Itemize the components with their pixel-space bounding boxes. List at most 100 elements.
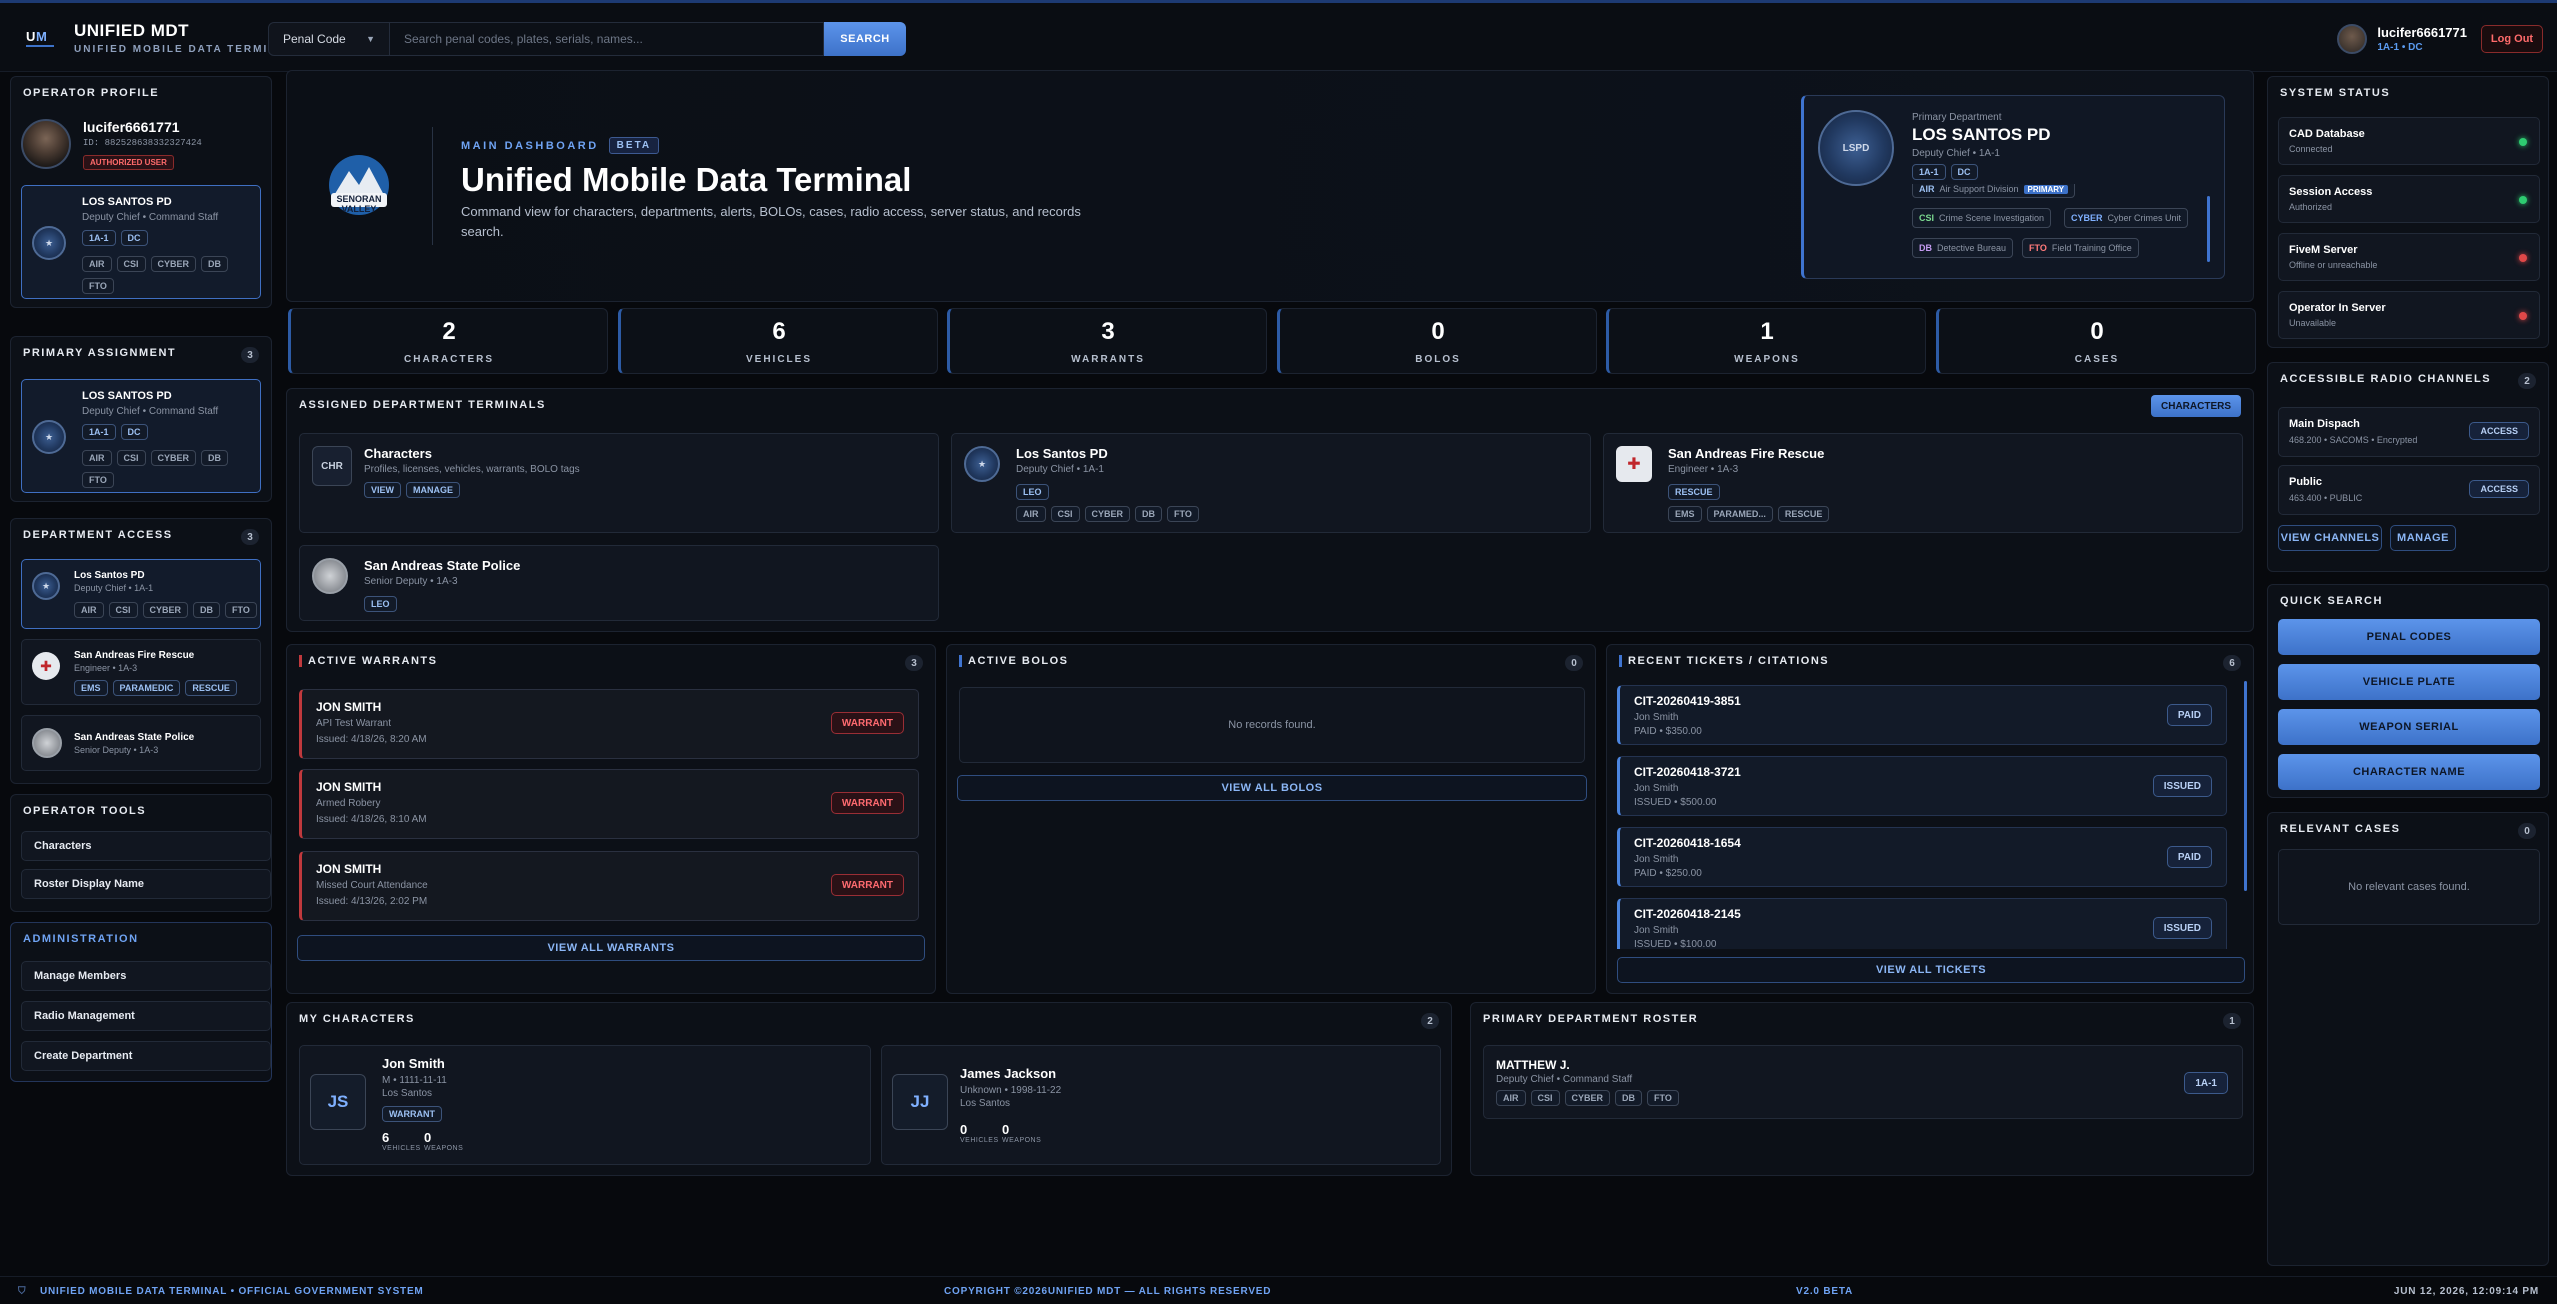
footer-version: V2.0 BETA — [1796, 1286, 1854, 1297]
stat-vehicles[interactable]: 6 VEHICLES — [618, 308, 938, 374]
user-menu[interactable]: lucifer6661771 1A-1 • DC — [2337, 24, 2467, 54]
channel-name: Main Dispach — [2289, 418, 2360, 430]
app-title: UNIFIED MDT — [74, 21, 190, 40]
character-card[interactable]: JS Jon Smith M • 1111-11-11 Los Santos W… — [299, 1045, 871, 1165]
manage-members-button[interactable]: Manage Members — [21, 961, 271, 991]
ticket-item[interactable]: CIT-20260418-2145 Jon Smith ISSUED • $10… — [1617, 898, 2227, 949]
create-department-button[interactable]: Create Department — [21, 1041, 271, 1071]
view-all-tickets-button[interactable]: VIEW ALL TICKETS — [1617, 957, 2245, 983]
radio-channel-item[interactable]: Public 463.400 • PUBLIC ACCESS — [2278, 465, 2540, 515]
stat-warrants[interactable]: 3 WARRANTS — [947, 308, 1267, 374]
ticket-item[interactable]: CIT-20260418-1654 Jon Smith PAID • $250.… — [1617, 827, 2227, 887]
tag: CYBER — [150, 256, 197, 272]
stat-label: CHARACTERS — [404, 354, 494, 365]
status-item-operator: Operator In Server Unavailable — [2278, 291, 2540, 339]
terminal-card-characters[interactable]: CHR Characters Profiles, licenses, vehic… — [299, 433, 939, 533]
tag: PARAMED... — [1706, 506, 1773, 522]
weapons-label: WEAPONS — [424, 1145, 464, 1152]
tickets-list[interactable]: CIT-20260419-3851 Jon Smith PAID • $350.… — [1607, 681, 2239, 949]
quick-search-character-name-button[interactable]: CHARACTER NAME — [2278, 754, 2540, 790]
stat-label: BOLOS — [1415, 354, 1461, 365]
view-button[interactable]: VIEW — [364, 482, 402, 498]
relevant-cases-panel: RELEVANT CASES 0 No relevant cases found… — [2267, 812, 2549, 1266]
terminal-card-state-police[interactable]: San Andreas State Police Senior Deputy •… — [299, 545, 939, 621]
division-chip[interactable]: CSI Crime Scene Investigation — [1912, 208, 2052, 228]
state-police-seal-icon — [32, 728, 62, 758]
tool-roster-display-name[interactable]: Roster Display Name — [21, 869, 271, 899]
logout-button[interactable]: Log Out — [2481, 25, 2543, 53]
warrant-item[interactable]: JON SMITH Missed Court Attendance Issued… — [299, 851, 919, 921]
warrant-item[interactable]: JON SMITH API Test Warrant Issued: 4/18/… — [299, 689, 919, 759]
ticket-item[interactable]: CIT-20260418-3721 Jon Smith ISSUED • $50… — [1617, 756, 2227, 816]
tool-characters[interactable]: Characters — [21, 831, 271, 861]
primary-department-card[interactable]: LSPD Primary Department LOS SANTOS PD De… — [1801, 95, 2225, 279]
quick-search-weapon-serial-button[interactable]: WEAPON SERIAL — [2278, 709, 2540, 745]
division-chip[interactable]: CYBER Cyber Crimes Unit — [2064, 208, 2189, 228]
terminal-card-lspd[interactable]: ★ Los Santos PD Deputy Chief • 1A-1 LEO … — [951, 433, 1591, 533]
lspd-seal-icon: ★ — [32, 420, 66, 454]
quick-search-vehicle-plate-button[interactable]: VEHICLE PLATE — [2278, 664, 2540, 700]
quick-search-penal-codes-button[interactable]: PENAL CODES — [2278, 619, 2540, 655]
scrollbar[interactable] — [2244, 681, 2247, 891]
assigned-terminals-panel: ASSIGNED DEPARTMENT TERMINALS CHARACTERS… — [286, 388, 2254, 632]
recent-tickets-panel: RECENT TICKETS / CITATIONS 6 CIT-2026041… — [1606, 644, 2254, 994]
tag: FTO — [1167, 506, 1199, 522]
status-name: Operator In Server — [2289, 302, 2386, 314]
status-dot — [2519, 138, 2527, 146]
active-warrants-panel: ACTIVE WARRANTS 3 JON SMITH API Test War… — [286, 644, 936, 994]
panel-title: RECENT TICKETS / CITATIONS — [1619, 655, 1829, 667]
tag: CYBER — [142, 602, 189, 618]
characters-icon: CHR — [312, 446, 352, 486]
stat-cases[interactable]: 0 CASES — [1936, 308, 2256, 374]
brand[interactable]: UM UNIFIED MDT UNIFIED MOBILE DATA TERMI… — [24, 21, 295, 55]
stat-characters[interactable]: 2 CHARACTERS — [288, 308, 608, 374]
tag: CSI — [1050, 506, 1080, 522]
department-item[interactable]: San Andreas State Police Senior Deputy •… — [21, 715, 261, 771]
radio-management-button[interactable]: Radio Management — [21, 1001, 271, 1031]
characters-button[interactable]: CHARACTERS — [2151, 395, 2241, 417]
division-chip[interactable]: DB Detective Bureau — [1912, 238, 2014, 258]
count-badge: 2 — [1421, 1013, 1439, 1029]
footer-copyright: COPYRIGHT ©2026UNIFIED MDT — ALL RIGHTS … — [944, 1286, 1272, 1297]
tag: FTO — [82, 472, 114, 488]
terminal-name: Los Santos PD — [1016, 446, 1108, 461]
tag: RESCUE — [1777, 506, 1830, 522]
division-chip[interactable]: AIR Air Support Division PRIMARY — [1912, 184, 2076, 198]
warrant-item[interactable]: JON SMITH Armed Robery Issued: 4/18/26, … — [299, 769, 919, 839]
manage-channels-button[interactable]: MANAGE — [2390, 525, 2456, 551]
view-channels-button[interactable]: VIEW CHANNELS — [2278, 525, 2382, 551]
tag: RESCUE — [185, 680, 237, 696]
stat-bolos[interactable]: 0 BOLOS — [1277, 308, 1597, 374]
access-channel-button[interactable]: ACCESS — [2469, 422, 2529, 440]
terminal-type: RESCUE — [1668, 482, 1725, 500]
panel-title: ADMINISTRATION — [23, 933, 139, 945]
radio-channels-panel: ACCESSIBLE RADIO CHANNELS 2 Main Dispach… — [2267, 362, 2549, 572]
character-city: Los Santos — [960, 1098, 1011, 1109]
scrollbar[interactable] — [2207, 196, 2210, 262]
ticket-detail: ISSUED • $500.00 — [1634, 797, 1717, 808]
ticket-item[interactable]: CIT-20260419-3851 Jon Smith PAID • $350.… — [1617, 685, 2227, 745]
profile-department-card[interactable]: ★ LOS SANTOS PD Deputy Chief • Command S… — [21, 185, 261, 299]
search-category-select[interactable]: Penal Code ▼ — [268, 22, 390, 56]
division-name: Air Support Division — [1939, 184, 2019, 194]
department-item[interactable]: ✚ San Andreas Fire Rescue Engineer • 1A-… — [21, 639, 261, 705]
stat-label: WARRANTS — [1071, 354, 1145, 365]
department-access-panel: DEPARTMENT ACCESS 3 ★ Los Santos PD Depu… — [10, 518, 272, 784]
view-all-bolos-button[interactable]: VIEW ALL BOLOS — [957, 775, 1587, 801]
state-police-seal-icon — [312, 558, 348, 594]
view-all-warrants-button[interactable]: VIEW ALL WARRANTS — [297, 935, 925, 961]
roster-member-row[interactable]: MATTHEW J. Deputy Chief • Command Staff … — [1483, 1045, 2243, 1119]
radio-channel-item[interactable]: Main Dispach 468.200 • SACOMS • Encrypte… — [2278, 407, 2540, 457]
primary-dept-name: LOS SANTOS PD — [1912, 125, 2051, 144]
stat-weapons[interactable]: 1 WEAPONS — [1606, 308, 1926, 374]
access-channel-button[interactable]: ACCESS — [2469, 480, 2529, 498]
character-card[interactable]: JJ James Jackson Unknown • 1998-11-22 Lo… — [881, 1045, 1441, 1165]
search-input[interactable]: Search penal codes, plates, serials, nam… — [390, 22, 824, 56]
terminal-card-fire-rescue[interactable]: ✚ San Andreas Fire Rescue Engineer • 1A-… — [1603, 433, 2243, 533]
department-item[interactable]: ★ Los Santos PD Deputy Chief • 1A-1 AIR C… — [21, 559, 261, 629]
status-name: Session Access — [2289, 186, 2373, 198]
manage-button[interactable]: MANAGE — [406, 482, 461, 498]
search-button[interactable]: SEARCH — [824, 22, 906, 56]
division-chip[interactable]: FTO Field Training Office — [2022, 238, 2139, 258]
assignment-card[interactable]: ★ LOS SANTOS PD Deputy Chief • Command S… — [21, 379, 261, 493]
